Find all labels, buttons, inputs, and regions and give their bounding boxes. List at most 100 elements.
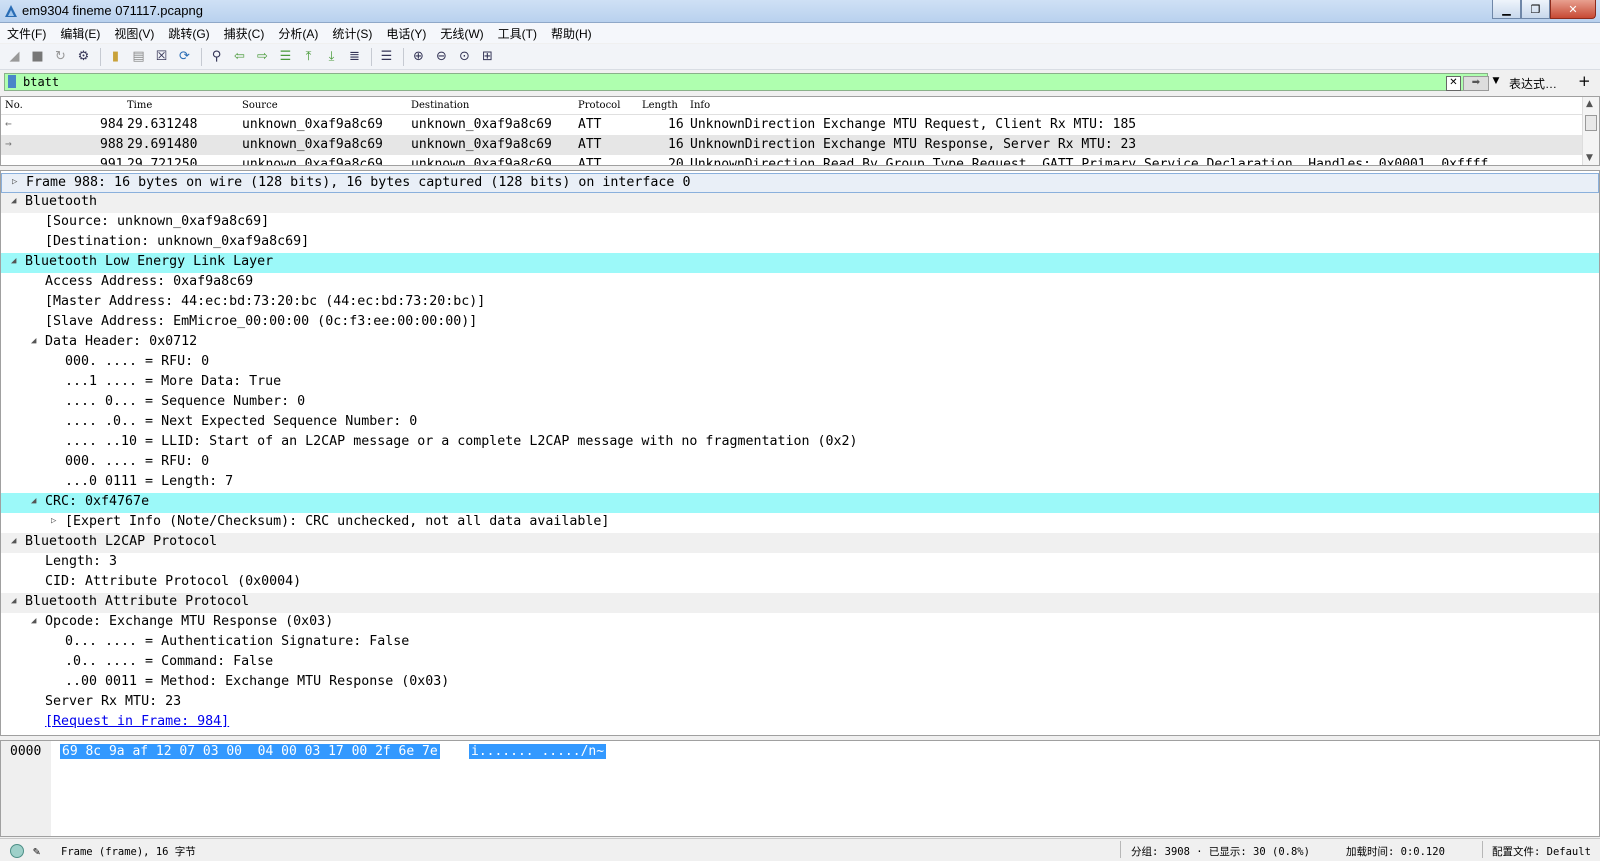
tree-item[interactable]: ◢ Opcode: Exchange MTU Response (0x03) [1,613,1599,633]
collapse-arrow-icon[interactable]: ◢ [11,596,16,606]
minimize-button[interactable]: ▁ [1492,0,1521,19]
menu-statistics[interactable]: 统计(S) [325,25,379,42]
close-window-button[interactable]: ✕ [1550,0,1596,19]
column-header-length[interactable]: Length [642,100,678,111]
column-header-no[interactable]: No. [5,100,23,111]
find-packet-icon[interactable]: ⚲ [206,47,227,67]
menu-analyze[interactable]: 分析(A) [271,25,325,42]
packet-row-selected[interactable]: → 988 29.691480 unknown_0xaf9a8c69 unkno… [1,135,1583,155]
tree-item[interactable]: ◢ Bluetooth Low Energy Link Layer [1,253,1599,273]
menu-edit[interactable]: 编辑(E) [53,25,107,42]
filter-history-dropdown-icon[interactable]: ▼ [1489,76,1503,89]
tree-item[interactable]: ..00 0011 = Method: Exchange MTU Respons… [1,673,1599,693]
collapse-arrow-icon[interactable]: ◢ [11,536,16,546]
restart-capture-icon[interactable]: ↻ [50,47,71,67]
close-file-icon[interactable]: ☒ [151,47,172,67]
display-filter-value[interactable]: btatt [23,75,59,89]
expand-arrow-icon[interactable]: ▷ [12,177,17,187]
expand-arrow-icon[interactable]: ▷ [51,516,56,526]
zoom-out-icon[interactable]: ⊖ [431,47,452,67]
tree-item[interactable]: ...1 .... = More Data: True [1,373,1599,393]
filter-bookmark-icon[interactable] [8,75,16,88]
go-to-packet-icon[interactable]: ☰ [275,47,296,67]
tree-item[interactable]: ◢ Bluetooth L2CAP Protocol [1,533,1599,553]
tree-item[interactable]: [Request in Frame: 984] [1,713,1599,733]
scroll-thumb[interactable] [1585,115,1597,131]
menu-help[interactable]: 帮助(H) [544,25,599,42]
menu-wireless[interactable]: 无线(W) [433,25,490,42]
clear-filter-icon[interactable]: ✕ [1446,76,1461,91]
zoom-normal-icon[interactable]: ⊙ [454,47,475,67]
capture-options-icon[interactable]: ⚙ [73,47,94,67]
tree-item[interactable]: .... .0.. = Next Expected Sequence Numbe… [1,413,1599,433]
column-header-time[interactable]: Time [127,100,152,111]
tree-item[interactable]: .... 0... = Sequence Number: 0 [1,393,1599,413]
expression-button[interactable]: 表达式… [1509,75,1557,92]
collapse-arrow-icon[interactable]: ◢ [11,256,16,266]
tree-item[interactable]: [Source: unknown_0xaf9a8c69] [1,213,1599,233]
tree-item[interactable]: ◢ Data Header: 0x0712 [1,333,1599,353]
menu-telephony[interactable]: 电话(Y) [379,25,433,42]
menu-tools[interactable]: 工具(T) [491,25,544,42]
go-back-icon[interactable]: ⇦ [229,47,250,67]
reload-file-icon[interactable]: ⟳ [174,47,195,67]
tree-item[interactable]: ◢ CRC: 0xf4767e [1,493,1599,513]
tree-item[interactable]: .... ..10 = LLID: Start of an L2CAP mess… [1,433,1599,453]
tree-item[interactable]: Server Rx MTU: 23 [1,693,1599,713]
tree-item[interactable]: ...0 0111 = Length: 7 [1,473,1599,493]
go-forward-icon[interactable]: ⇨ [252,47,273,67]
colorize-icon[interactable]: ☰ [376,47,397,67]
wireshark-fin-icon [5,5,17,17]
tree-item[interactable]: .0.. .... = Command: False [1,653,1599,673]
zoom-in-icon[interactable]: ⊕ [408,47,429,67]
tree-item[interactable]: [Slave Address: EmMicroe_00:00:00 (0c:f3… [1,313,1599,333]
scroll-up-icon[interactable]: ▲ [1586,99,1593,109]
packet-row[interactable]: ← 984 29.631248 unknown_0xaf9a8c69 unkno… [1,115,1583,135]
packet-row[interactable]: 991 29.721250 unknown_0xaf9a8c69 unknown… [1,155,1583,165]
menu-capture[interactable]: 捕获(C) [217,25,272,42]
resize-columns-icon[interactable]: ⊞ [477,47,498,67]
tree-item[interactable]: ▷ Frame 988: 16 bytes on wire (128 bits),… [1,173,1599,193]
bytes-hex[interactable]: 69 8c 9a af 12 07 03 00 04 00 03 17 00 2… [60,744,440,759]
menu-view[interactable]: 视图(V) [107,25,161,42]
column-header-info[interactable]: Info [690,100,710,111]
open-file-icon[interactable]: ▮ [105,47,126,67]
collapse-arrow-icon[interactable]: ◢ [31,336,36,346]
tree-item[interactable]: [Destination: unknown_0xaf9a8c69] [1,233,1599,253]
add-filter-button[interactable]: + [1578,72,1591,90]
tree-item[interactable]: [Master Address: 44:ec:bd:73:20:bc (44:e… [1,293,1599,313]
tree-item[interactable]: ▷ [Expert Info (Note/Checksum): CRC unche… [1,513,1599,533]
first-packet-icon[interactable]: ⤒ [298,47,319,67]
start-capture-icon[interactable]: ◢ [4,47,25,67]
tree-item[interactable]: Length: 3 [1,553,1599,573]
autoscroll-icon[interactable]: ≣ [344,47,365,67]
save-file-icon[interactable]: ▤ [128,47,149,67]
tree-item[interactable]: ◢ Bluetooth Attribute Protocol [1,593,1599,613]
tree-item[interactable]: 0... .... = Authentication Signature: Fa… [1,633,1599,653]
menu-file[interactable]: 文件(F) [0,25,53,42]
tree-item[interactable]: ◢ Bluetooth [1,193,1599,213]
stop-capture-icon[interactable]: ■ [27,47,48,67]
collapse-arrow-icon[interactable]: ◢ [11,196,16,206]
maximize-button[interactable]: ❐ [1521,0,1550,19]
capture-comment-icon[interactable]: ✎ [33,844,40,858]
column-header-source[interactable]: Source [242,100,278,111]
tree-item[interactable]: Access Address: 0xaf9a8c69 [1,273,1599,293]
apply-filter-icon[interactable]: ➡ [1463,76,1489,91]
tree-item[interactable]: CID: Attribute Protocol (0x0004) [1,573,1599,593]
menu-go[interactable]: 跳转(G) [161,25,216,42]
packet-list-scrollbar[interactable]: ▲ ▼ [1582,97,1599,165]
column-header-destination[interactable]: Destination [411,100,469,111]
expert-info-indicator-icon[interactable] [10,844,24,858]
request-frame-link[interactable]: [Request in Frame: 984] [45,714,229,729]
collapse-arrow-icon[interactable]: ◢ [31,496,36,506]
tree-item[interactable]: 000. .... = RFU: 0 [1,353,1599,373]
status-profile[interactable]: 配置文件: Default [1492,844,1591,859]
scroll-down-icon[interactable]: ▼ [1586,153,1593,163]
bytes-ascii[interactable]: i....... ...../n~ [469,744,607,759]
collapse-arrow-icon[interactable]: ◢ [31,616,36,626]
column-header-protocol[interactable]: Protocol [578,100,620,111]
last-packet-icon[interactable]: ⤓ [321,47,342,67]
tree-item[interactable]: 000. .... = RFU: 0 [1,453,1599,473]
display-filter-input[interactable]: btatt ✕ ➡ ▼ [4,73,1499,91]
